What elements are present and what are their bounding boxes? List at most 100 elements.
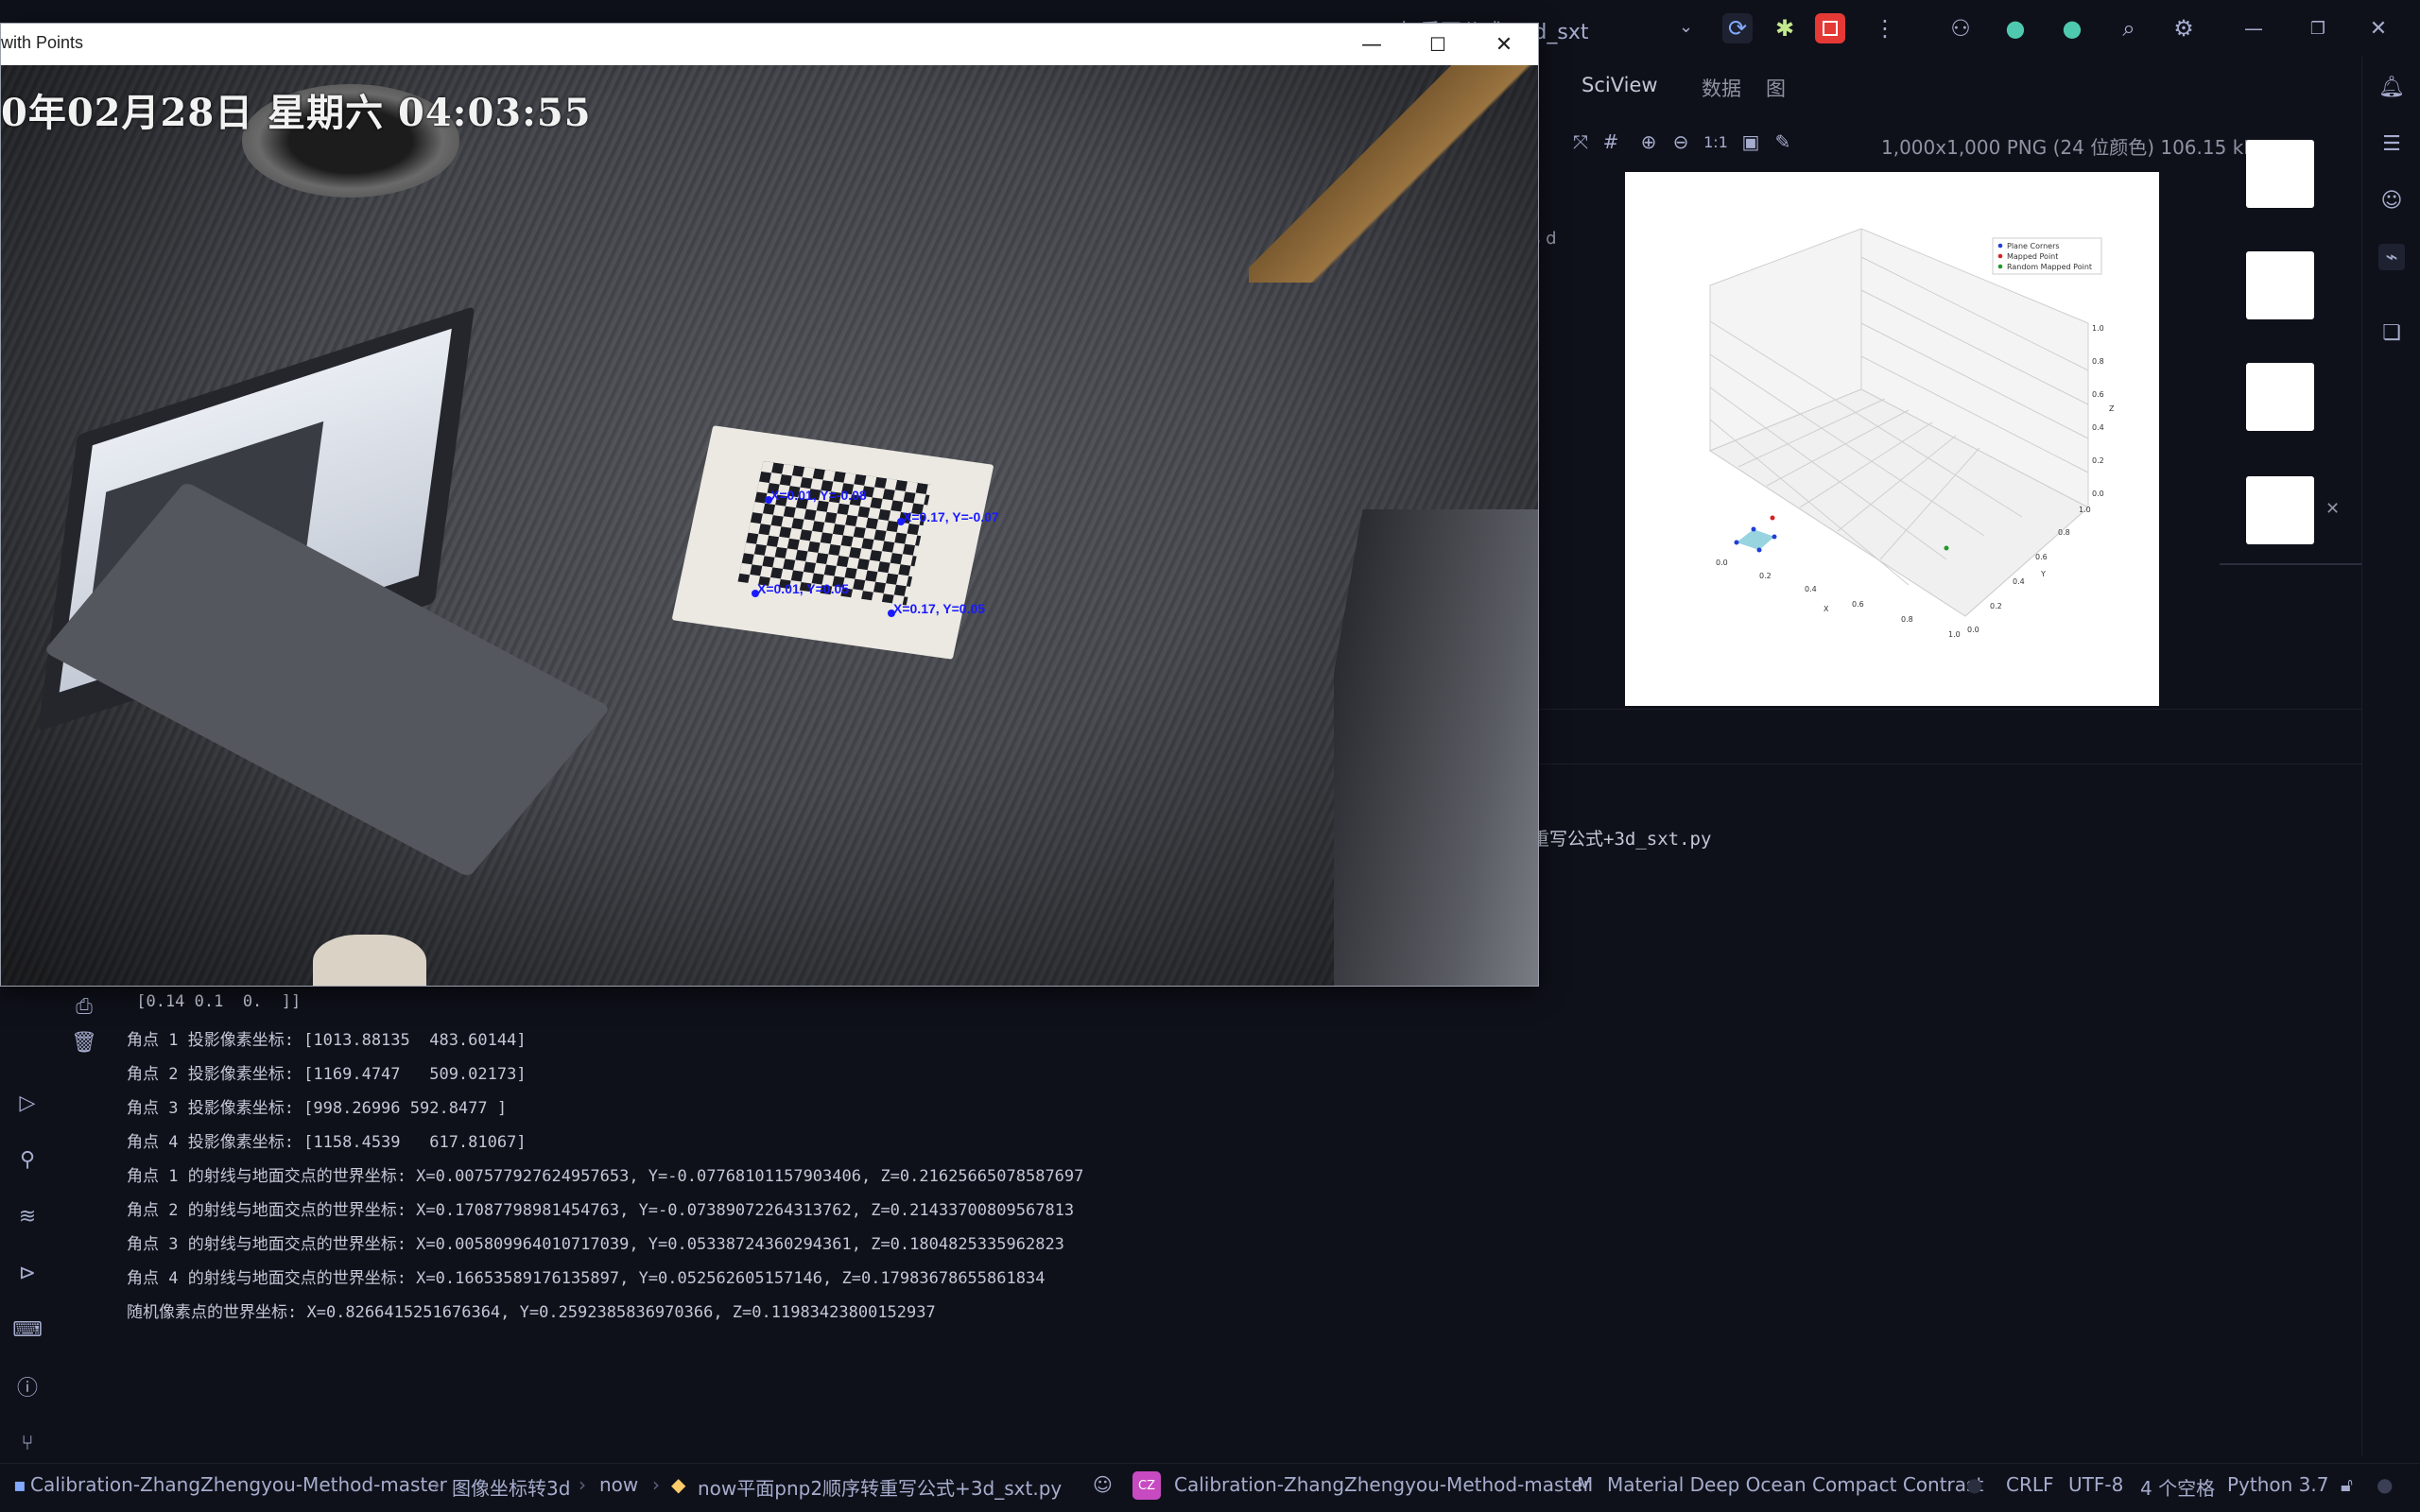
documents-icon[interactable]: ❏: [2378, 319, 2405, 346]
3d-scatter-plot: Plane Corners Mapped Point Random Mapped…: [1708, 228, 2115, 639]
layers-icon[interactable]: ≋: [13, 1202, 42, 1230]
shoe: [313, 935, 426, 986]
database-icon[interactable]: ☰: [2378, 130, 2405, 157]
furniture-edge: [1334, 509, 1538, 986]
plugin-status-icon[interactable]: ●: [2000, 13, 2031, 43]
breadcrumb-project[interactable]: Calibration-ZhangZhengyou-Method-master: [30, 1473, 447, 1496]
plot-image: Plane Corners Mapped Point Random Mapped…: [1625, 172, 2159, 706]
debug-icon[interactable]: ✱: [1770, 13, 1800, 43]
z-tick: 0.8: [2092, 357, 2104, 366]
close-thumbnail-icon[interactable]: ✕: [2325, 499, 2340, 519]
plot-grid: [1708, 228, 2089, 617]
console-line: 角点 2 投影像素坐标: [1169.4747 509.02173]: [127, 1065, 527, 1084]
opencv-image-window[interactable]: with Points — ☐ ✕ X=0.01, Y=-0.08 X=0.17…: [0, 23, 1539, 987]
console-line: [0.14 0.1 0. ]]: [127, 992, 302, 1011]
python-interpreter[interactable]: Python 3.7: [2227, 1473, 2329, 1496]
window-titlebar[interactable]: with Points — ☐ ✕: [1, 24, 1538, 65]
camera-frame: X=0.01, Y=-0.08 X=0.17, Y=-0.07 X=0.01, …: [1, 65, 1538, 986]
maximize-icon[interactable]: ☐: [1409, 27, 1466, 61]
project-name[interactable]: Calibration-ZhangZhengyou-Method-master: [1174, 1473, 1591, 1496]
close-icon[interactable]: ✕: [1476, 27, 1532, 61]
python-console-icon[interactable]: ⚲: [13, 1145, 42, 1174]
restore-icon[interactable]: ❐: [2303, 13, 2333, 43]
copilot-status-icon[interactable]: ☺: [1093, 1473, 1113, 1496]
indent-setting[interactable]: 4 个空格: [2140, 1473, 2215, 1501]
plot-thumbnail[interactable]: [2246, 251, 2314, 319]
fit-icon[interactable]: ⤧: [1567, 129, 1594, 155]
console-line: 随机像素点的世界坐标: X=0.8266415251676364, Y=0.25…: [127, 1303, 936, 1322]
y-axis-label: Y: [2040, 570, 2046, 578]
tab-data[interactable]: 数据: [1702, 74, 1741, 102]
plot-thumbnail-selected[interactable]: [2246, 476, 2314, 544]
color-picker-icon[interactable]: ✎: [1770, 129, 1796, 155]
y-tick: 0.4: [2013, 577, 2025, 586]
terminal-icon[interactable]: ⌨: [12, 1315, 43, 1344]
corner-label-4: X=0.17, Y=0.05: [893, 601, 986, 616]
project-badge[interactable]: CZ: [1132, 1471, 1161, 1500]
breadcrumb-folder[interactable]: 图像坐标转3d: [452, 1473, 570, 1501]
corner-label-1: X=0.01, Y=-0.08: [770, 488, 867, 503]
theme-icon: M: [1577, 1473, 1594, 1496]
sciview-icon[interactable]: ⌁: [2378, 244, 2405, 270]
plot-thumbnail[interactable]: [2246, 140, 2314, 208]
console-line: 角点 1 投影像素坐标: [1013.88135 483.60144]: [127, 1031, 527, 1050]
search-icon[interactable]: ⌕: [2114, 13, 2144, 43]
tab-plots[interactable]: 图: [1766, 74, 1786, 102]
calibration-paper: [671, 425, 994, 660]
close-icon[interactable]: ✕: [2363, 13, 2394, 43]
breadcrumb-separator: ›: [579, 1473, 586, 1496]
image-info: 1,000x1,000 PNG (24 位颜色) 106.15 kB: [1881, 136, 2256, 159]
chevron-down-icon[interactable]: ⌄: [1679, 17, 1693, 37]
x-tick: 0.6: [1852, 600, 1864, 609]
background-icon[interactable]: ▣: [1737, 129, 1764, 155]
add-user-icon[interactable]: ⚇: [1945, 13, 1976, 43]
actual-size-button[interactable]: 1:1: [1700, 129, 1732, 155]
line-separator[interactable]: CRLF: [2006, 1473, 2054, 1496]
services-icon[interactable]: ⊳: [13, 1259, 42, 1287]
x-tick: 0.8: [1901, 615, 1913, 624]
memory-indicator-icon[interactable]: ●: [2377, 1473, 2393, 1496]
problems-icon[interactable]: ⓘ: [13, 1372, 42, 1400]
breadcrumb-file[interactable]: now平面pnp2顺序转重写公式+3d_sxt.py: [698, 1473, 1062, 1501]
run-console[interactable]: [0.14 0.1 0. ]] 角点 1 投影像素坐标: [1013.88135…: [57, 983, 2361, 1455]
run-file-label: 重写公式+3d_sxt.py: [1531, 829, 1712, 850]
legend-random: Random Mapped Point: [2007, 263, 2092, 271]
corner-label-2: X=0.17, Y=-0.07: [903, 509, 999, 524]
plot-thumbnail[interactable]: [2246, 363, 2314, 431]
status-bar: ▪ Calibration-ZhangZhengyou-Method-maste…: [0, 1463, 2420, 1504]
theme-name[interactable]: Material Deep Ocean Compact Contrast: [1607, 1473, 1983, 1496]
lock-icon[interactable]: 🔓︎: [2341, 1473, 2353, 1496]
notifications-icon[interactable]: 🔔︎: [2378, 74, 2405, 100]
breadcrumb-subfolder[interactable]: now: [599, 1473, 638, 1496]
stop-button[interactable]: [1815, 13, 1845, 43]
status-dot-icon: ●: [1966, 1473, 1983, 1496]
zoom-out-icon[interactable]: ⊖: [1668, 129, 1694, 155]
x-tick: 0.4: [1805, 585, 1817, 593]
divider: [1531, 709, 2361, 710]
grid-icon[interactable]: #: [1598, 129, 1624, 155]
plugin-status-icon-2[interactable]: ●: [2057, 13, 2087, 43]
z-tick: 0.0: [2092, 490, 2104, 498]
console-line: 角点 3 投影像素坐标: [998.26996 592.8477 ]: [127, 1099, 508, 1118]
run-icon[interactable]: ▷: [13, 1089, 42, 1117]
minimize-icon[interactable]: —: [2238, 13, 2269, 43]
tab-sciview[interactable]: SciView: [1582, 74, 1658, 96]
settings-gear-icon[interactable]: ⚙: [2169, 13, 2199, 43]
plane-corner-point: [1772, 534, 1777, 540]
plane-corner-point: [1734, 540, 1739, 545]
y-tick: 0.2: [1990, 602, 2002, 610]
z-axis-label: Z: [2109, 404, 2115, 413]
file-encoding[interactable]: UTF-8: [2068, 1473, 2123, 1496]
more-actions-icon[interactable]: ⋮: [1870, 13, 1900, 43]
zoom-in-icon[interactable]: ⊕: [1635, 129, 1662, 155]
x-tick: 1.0: [1948, 630, 1961, 639]
minimize-icon[interactable]: —: [1343, 27, 1400, 61]
rerun-icon[interactable]: ⟳: [1722, 13, 1753, 43]
copilot-icon[interactable]: ☺: [2378, 187, 2405, 214]
git-icon[interactable]: ⑂: [13, 1429, 42, 1457]
z-tick: 1.0: [2092, 324, 2104, 333]
plane-surface: [1737, 529, 1774, 550]
legend-mapped: Mapped Point: [2007, 252, 2058, 261]
right-tool-strip: 🔔︎ ☰ ☺ ⌁ ❏: [2361, 57, 2420, 1455]
camera-timestamp: 0年02月28日 星期六 04:03:55: [1, 91, 592, 135]
